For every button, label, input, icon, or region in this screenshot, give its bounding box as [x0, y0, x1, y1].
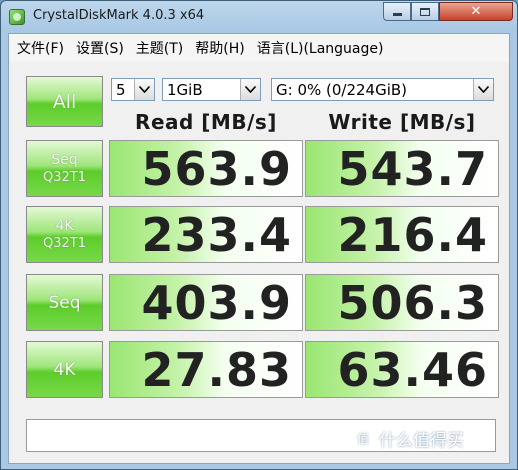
- watermark-logo-icon: 值: [353, 428, 373, 449]
- main-panel: 文件(F) 设置(S) 主题(T) 帮助(H) 语言(L)(Language) …: [8, 33, 510, 464]
- read-column-header: Read [MB/s]: [135, 110, 277, 134]
- 4k-write-value: 63.46: [305, 341, 499, 398]
- row-label-line2: Q32T1: [43, 235, 86, 251]
- chevron-down-icon: [473, 79, 493, 100]
- minimize-icon: [392, 13, 402, 16]
- menu-theme[interactable]: 主题(T): [132, 38, 187, 58]
- menu-bar: 文件(F) 设置(S) 主题(T) 帮助(H) 语言(L)(Language): [9, 34, 509, 62]
- write-column-header: Write [MB/s]: [328, 110, 476, 134]
- drive-select[interactable]: G: 0% (0/224GiB): [271, 78, 494, 101]
- app-disk-icon: [9, 9, 25, 25]
- row-label-line1: Seq: [51, 151, 78, 168]
- title-bar[interactable]: CrystalDiskMark 4.0.3 x64 ✕: [1, 1, 517, 33]
- close-button[interactable]: ✕: [439, 2, 513, 21]
- maximize-icon: [420, 7, 430, 16]
- 4k-read-value: 27.83: [109, 341, 303, 398]
- run-all-button[interactable]: All: [26, 76, 103, 127]
- drive-value: G: 0% (0/224GiB): [276, 80, 408, 99]
- row-label-line2: Q32T1: [43, 169, 86, 185]
- 4k-button[interactable]: 4K: [26, 341, 103, 398]
- menu-file[interactable]: 文件(F): [13, 38, 68, 58]
- menu-settings[interactable]: 设置(S): [72, 38, 128, 58]
- window-title: CrystalDiskMark 4.0.3 x64: [33, 8, 205, 23]
- menu-help[interactable]: 帮助(H): [191, 38, 248, 58]
- seq-q32t1-button[interactable]: Seq Q32T1: [26, 140, 103, 197]
- result-value: 543.7: [337, 142, 488, 196]
- result-value: 63.46: [337, 343, 488, 397]
- menu-language[interactable]: 语言(L)(Language): [253, 38, 388, 58]
- row-label-line1: Seq: [48, 292, 81, 313]
- result-value: 233.4: [141, 208, 292, 262]
- result-value: 27.83: [141, 343, 292, 397]
- watermark-text: 什么值得买: [379, 431, 464, 451]
- seq-q32t1-write-value: 543.7: [305, 140, 499, 197]
- result-value: 563.9: [141, 142, 292, 196]
- app-window: CrystalDiskMark 4.0.3 x64 ✕ 文件(F) 设置(S) …: [0, 0, 518, 470]
- result-value: 216.4: [337, 208, 488, 262]
- minimize-button[interactable]: [383, 2, 411, 21]
- seq-read-value: 403.9: [109, 274, 303, 331]
- result-value: 506.3: [337, 276, 488, 330]
- 4k-q32t1-button[interactable]: 4K Q32T1: [26, 206, 103, 263]
- seq-write-value: 506.3: [305, 274, 499, 331]
- 4k-q32t1-write-value: 216.4: [305, 206, 499, 263]
- row-label-line1: 4K: [53, 359, 76, 380]
- test-count-value: 5: [116, 80, 126, 99]
- row-label-line1: 4K: [55, 217, 74, 234]
- test-count-select[interactable]: 5: [111, 78, 155, 101]
- test-size-select[interactable]: 1GiB: [162, 78, 261, 101]
- chevron-down-icon: [134, 79, 154, 100]
- close-icon: ✕: [470, 4, 482, 19]
- watermark: 值 什么值得买: [353, 426, 464, 451]
- result-value: 403.9: [141, 276, 292, 330]
- seq-button[interactable]: Seq: [26, 274, 103, 331]
- chevron-down-icon: [240, 79, 260, 100]
- seq-q32t1-read-value: 563.9: [109, 140, 303, 197]
- maximize-button[interactable]: [411, 2, 439, 21]
- 4k-q32t1-read-value: 233.4: [109, 206, 303, 263]
- test-size-value: 1GiB: [167, 80, 203, 99]
